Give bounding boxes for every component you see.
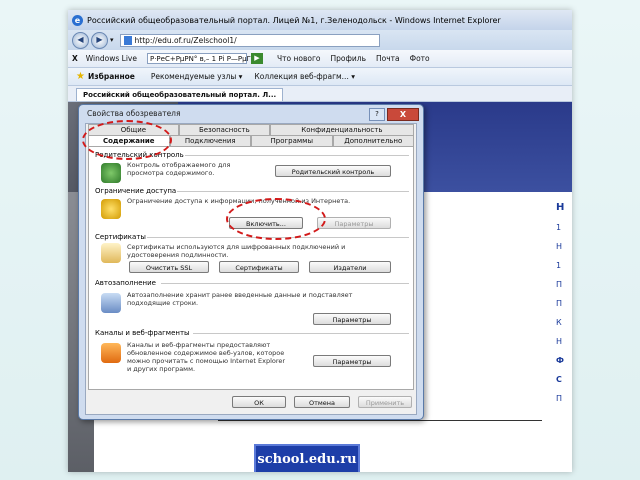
content-advisor-icon <box>101 199 121 219</box>
content-tab-panel: Родительский контроль Контроль отображае… <box>88 146 414 390</box>
page-icon <box>123 35 132 45</box>
close-toolbar-icon[interactable]: X <box>72 54 78 63</box>
clear-ssl-button[interactable]: Очистить SSL <box>129 261 209 273</box>
certificates-description: Сертификаты используются для шифрованных… <box>127 243 346 259</box>
apply-button: Применить <box>358 396 412 408</box>
address-text: http://edu.of.ru/Zelschool1/ <box>134 35 237 45</box>
autocomplete-description: Автозаполнение хранит ранее введенные да… <box>127 291 353 307</box>
page-right-snippets: Н 1 Н 1 П П К Н Ф С П <box>556 202 572 472</box>
parental-description: Контроль отображаемого для просмотра сод… <box>127 161 231 177</box>
access-group-title: Ограничение доступа <box>95 187 177 195</box>
help-button[interactable]: ? <box>369 108 385 121</box>
certificates-group-title: Сертификаты <box>95 233 146 241</box>
parental-group-title: Родительский контроль <box>95 151 184 159</box>
access-description: Ограничение доступа к информации, получе… <box>127 197 351 205</box>
back-icon[interactable]: ◀ <box>72 31 89 49</box>
snippet: Ф <box>556 356 564 365</box>
favorites-bar: ★ Избранное Рекомендуемые узлы ▾ Коллекц… <box>68 68 572 86</box>
group-divider <box>147 237 409 238</box>
internet-options-dialog: Свойства обозревателя ? X Общие Безопасн… <box>78 104 424 420</box>
feeds-group-title: Каналы и веб-фрагменты <box>95 329 190 337</box>
certificate-icon <box>101 243 121 263</box>
enable-button[interactable]: Включить... <box>229 217 303 229</box>
snippet: Н <box>556 202 565 213</box>
snippet[interactable]: П <box>556 299 572 308</box>
link-whats-new[interactable]: Что нового <box>277 54 321 63</box>
links-toolbar: X Windows Live Р·РеС+РµРN° в,– 1 Рi Р—Рµ… <box>68 50 572 68</box>
ie-logo-icon: e <box>72 14 83 26</box>
dialog-title: Свойства обозревателя <box>87 109 181 118</box>
snippet: К <box>556 318 562 327</box>
window-titlebar: e Российский общеобразовательный портал.… <box>68 10 572 30</box>
favorites-button[interactable]: Избранное <box>88 72 135 81</box>
access-settings-button: Параметры <box>317 217 391 229</box>
close-button[interactable]: X <box>387 108 419 121</box>
snippet[interactable]: Н <box>556 242 572 251</box>
publishers-button[interactable]: Издатели <box>309 261 391 273</box>
certificates-button[interactable]: Сертификаты <box>219 261 299 273</box>
live-search-input[interactable]: Р·РеС+РµРN° в,– 1 Рi Р—РµГ <box>146 53 251 64</box>
parental-controls-icon <box>101 163 121 183</box>
snippet: 1 <box>556 223 562 232</box>
history-dropdown-icon[interactable]: ▾ <box>110 36 114 44</box>
fav-link-suggested[interactable]: Рекомендуемые узлы ▾ <box>151 72 243 81</box>
link-profile[interactable]: Профиль <box>331 54 367 63</box>
group-divider <box>161 283 409 284</box>
link-photo[interactable]: Фото <box>410 54 430 63</box>
autocomplete-icon <box>101 293 121 313</box>
windows-live-link[interactable]: Windows Live <box>86 54 137 63</box>
snippet[interactable]: П <box>556 280 572 289</box>
group-divider <box>185 155 409 156</box>
school-edu-ru-banner[interactable]: school.edu.ru <box>254 444 360 472</box>
window-title: Российский общеобразовательный портал. Л… <box>87 15 501 25</box>
feeds-icon <box>101 343 121 363</box>
autocomplete-group-title: Автозаполнение <box>95 279 156 287</box>
search-go-icon[interactable]: ▶ <box>250 53 263 64</box>
autocomplete-settings-button[interactable]: Параметры <box>313 313 391 325</box>
tab-bar: Российский общеобразовательный портал. Л… <box>68 86 572 102</box>
feeds-description: Каналы и веб-фрагменты предоставляют обн… <box>127 341 286 373</box>
fav-link-webslices[interactable]: Коллекция веб-фрагм... ▾ <box>254 72 355 81</box>
group-divider <box>193 333 409 334</box>
dialog-body: Общие Безопасность Конфиденциальность Со… <box>85 123 417 415</box>
snippet: С <box>556 375 562 384</box>
favorites-star-icon[interactable]: ★ <box>76 71 85 82</box>
cancel-button[interactable]: Отмена <box>294 396 350 408</box>
tab-portal[interactable]: Российский общеобразовательный портал. Л… <box>76 88 284 101</box>
address-input[interactable]: http://edu.of.ru/Zelschool1/ <box>119 33 380 47</box>
parental-controls-button[interactable]: Родительский контроль <box>275 165 391 177</box>
snippet: 1 <box>556 261 562 270</box>
ok-button[interactable]: ОК <box>232 396 286 408</box>
browser-screenshot: e Российский общеобразовательный портал.… <box>68 10 572 472</box>
group-divider <box>177 191 409 192</box>
address-bar: ◀ ▶ ▾ http://edu.of.ru/Zelschool1/ <box>68 30 572 50</box>
snippet: П <box>556 394 563 403</box>
snippet[interactable]: Н <box>556 337 572 346</box>
divider-line <box>218 420 542 421</box>
link-mail[interactable]: Почта <box>376 54 400 63</box>
feeds-settings-button[interactable]: Параметры <box>313 355 391 367</box>
forward-icon[interactable]: ▶ <box>91 31 108 49</box>
